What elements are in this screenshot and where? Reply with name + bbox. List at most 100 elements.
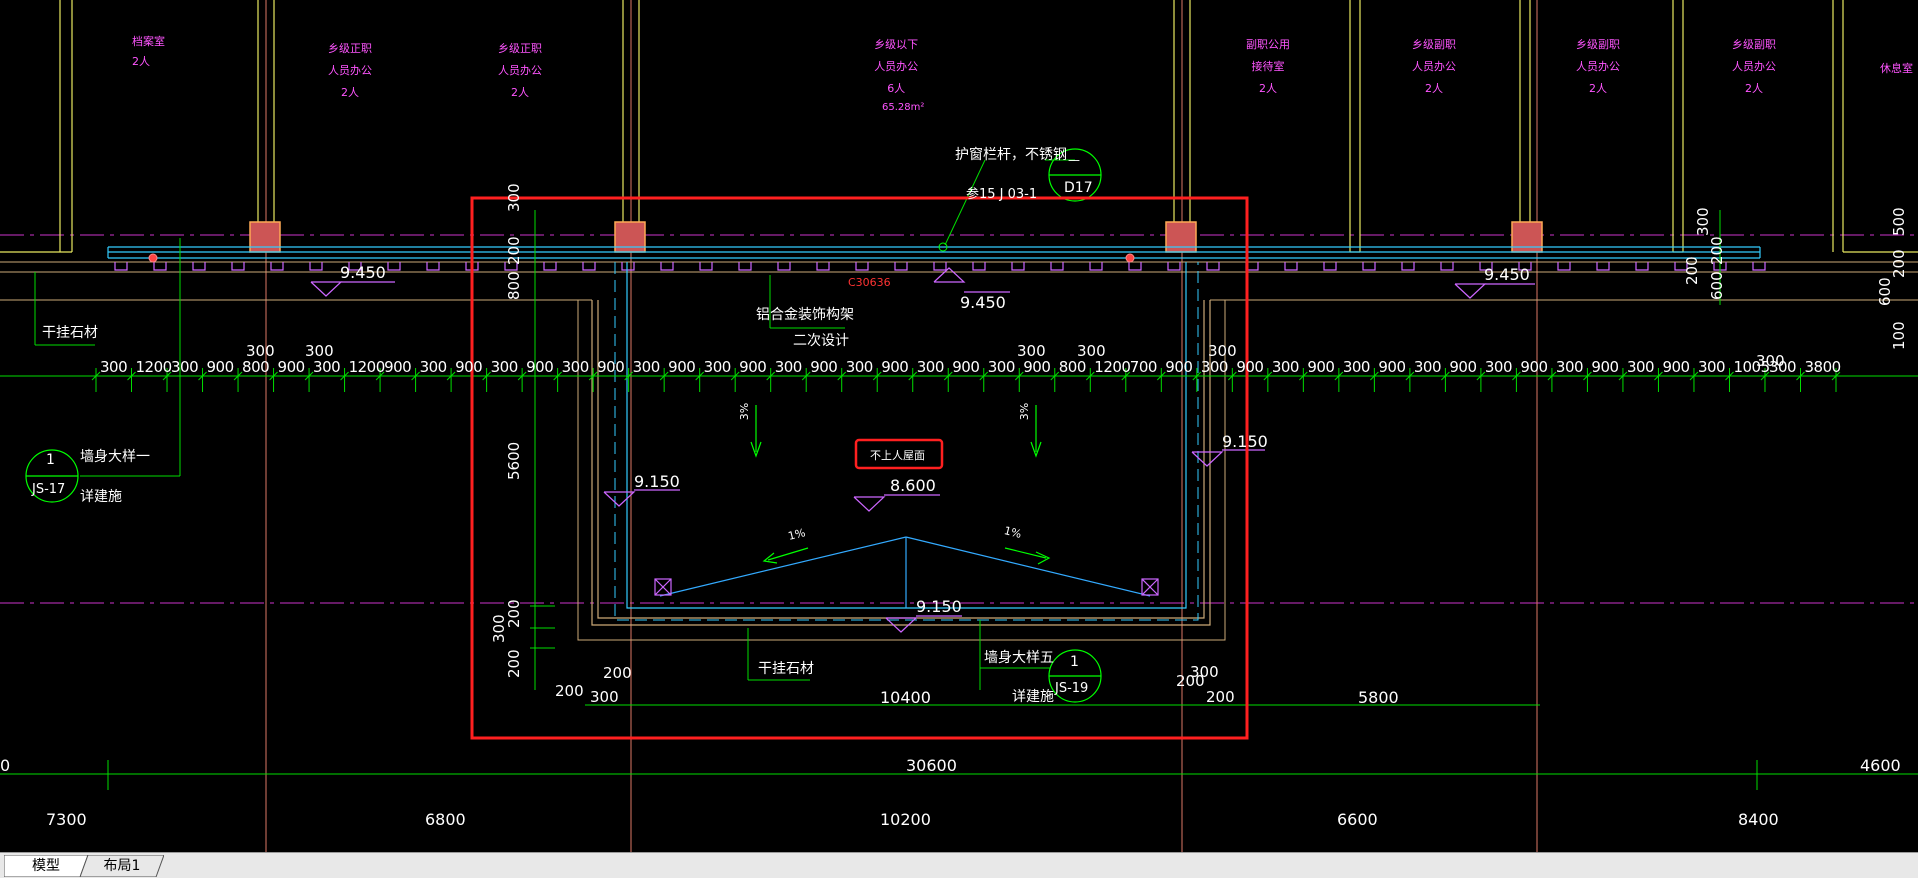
dim-row1-value: 300: [703, 358, 732, 376]
dim-row1-value: 300: [1200, 358, 1229, 376]
slope-3pct-left: 3%: [738, 402, 752, 421]
dim-bottom-200a: 200: [555, 682, 584, 700]
dim-row1-value: 1200: [135, 358, 173, 376]
dim-left-edge: 0: [0, 756, 11, 775]
dim-row1-value: 3800: [1804, 358, 1841, 376]
dim-row1-value: 300: [987, 358, 1016, 376]
dim-total-30600: 30600: [906, 756, 957, 775]
vdim-right-300: 300: [1694, 207, 1712, 236]
dimension-row-1: 300 1200 300 900 800 900 300 1200 900 300 900 300 90…: [100, 358, 1841, 376]
dim-row1-value: 300: [100, 358, 128, 376]
dim-row1-value: 300: [171, 358, 199, 376]
dim-row1-value: 300: [774, 358, 803, 376]
dim-span-5800: 5800: [1358, 688, 1399, 707]
room-8-label: 乡级副职 人员办公 2人: [1732, 38, 1776, 95]
room-2-label: 乡级正职 人员办公 2人: [328, 42, 372, 99]
dim-row1-value: 300: [1271, 358, 1300, 376]
dim-bottom-300b: 300: [1190, 663, 1219, 681]
vdim-left-300: 300: [505, 183, 523, 212]
dim-upper-5: 300: [1208, 342, 1237, 360]
vdim-right-500: 500: [1890, 207, 1908, 236]
dim-row1-value: 700: [1129, 358, 1158, 376]
layout-tab-bar: 模型 布局1: [0, 852, 1918, 878]
dim-row1-value: 300: [1697, 358, 1726, 376]
vdim-right-200b: 200: [1708, 236, 1726, 265]
callout-d17-bottom: D17: [1064, 180, 1093, 196]
slope-1pct-left: 1%: [786, 526, 807, 543]
callout-1-number: 1: [46, 452, 55, 468]
vdim-left-200: 200: [505, 236, 523, 265]
callout-1-ref: JS-17: [32, 482, 66, 497]
room-5-label: 副职公用 接待室 2人: [1246, 38, 1290, 95]
vdim-left-800: 800: [505, 271, 523, 300]
vdim-right-200: 200: [1683, 256, 1701, 285]
dim-row1-value: 900: [526, 358, 554, 376]
grid-bay-5: 8400: [1738, 810, 1779, 829]
dim-bottom-200d: 200: [1206, 688, 1235, 706]
elevation-9450-mid: 9.450: [960, 293, 1006, 312]
dim-row1-value: 900: [1520, 358, 1548, 376]
tab-layout1[interactable]: 布局1: [80, 855, 164, 877]
dim-row1-value: 300: [313, 358, 341, 376]
elevation-8600: 8.600: [890, 476, 936, 495]
dim-row1-value: 800: [242, 358, 270, 376]
dim-row1-value: 300: [419, 358, 448, 376]
dim-upper-1: 300: [246, 342, 275, 360]
wall-detail-5-note: 墙身大样五: [984, 650, 1054, 666]
dim-row1-value: 300: [845, 358, 874, 376]
dim-row1-value: 300: [1626, 358, 1655, 376]
dim-row1-value: 1200: [1094, 358, 1131, 376]
room-3-label: 乡级正职 人员办公 2人: [498, 42, 542, 99]
drawing-text-layer: 档案室 2人 乡级正职 人员办公 2人 乡级正职 人员办公 2人 乡级以下 人员办公 6人 6…: [0, 0, 1918, 852]
elevation-9150-right: 9.150: [1222, 432, 1268, 451]
dim-row1-value: 300: [1484, 358, 1513, 376]
tab-model[interactable]: 模型: [4, 855, 88, 877]
dim-row1-value: 900: [881, 358, 909, 376]
dim-row1-value: 300: [916, 358, 945, 376]
room-9-label: 休息室: [1880, 62, 1913, 75]
dim-row1-value: 300: [1413, 358, 1442, 376]
dim-row1-value: 900: [384, 358, 412, 376]
dim-row1-value: 300: [561, 358, 590, 376]
vdim-left-200c: 200: [505, 649, 523, 678]
vdim-right-200c: 200: [1890, 249, 1908, 278]
dim-row1-value: 300: [632, 358, 661, 376]
dim-row1-value: 900: [810, 358, 838, 376]
detail-right-note: 详建施: [1012, 689, 1054, 705]
dim-row1-value: 900: [1662, 358, 1690, 376]
dim-row1-value: 900: [1023, 358, 1051, 376]
dim-row1-value: 900: [597, 358, 625, 376]
dim-upper-6: 300: [1756, 352, 1785, 370]
dim-row1-value: 900: [739, 358, 767, 376]
cad-drawing-canvas[interactable]: 档案室 2人 乡级正职 人员办公 2人 乡级正职 人员办公 2人 乡级以下 人员办公 6人 6…: [0, 0, 1918, 852]
vdim-left-300b: 300: [490, 614, 508, 643]
room-4-label: 乡级以下 人员办公 6人 65.28m²: [874, 38, 925, 113]
dim-right-4600: 4600: [1860, 756, 1901, 775]
dim-row1-value: 900: [455, 358, 483, 376]
dry-stone-left-note: 干挂石材: [42, 325, 98, 341]
roof-type-label[interactable]: 不上人屋面: [870, 447, 925, 463]
secondary-design-note: 二次设计: [793, 333, 849, 349]
elevation-9450-right: 9.450: [1484, 265, 1530, 284]
dim-row1-value: 800: [1058, 358, 1087, 376]
window-guard-note: 护窗栏杆，不锈钢: [955, 147, 1067, 163]
dim-row1-value: 900: [1165, 358, 1193, 376]
dim-row1-value: 900: [952, 358, 980, 376]
elevation-9150-bottom: 9.150: [916, 597, 962, 616]
dim-row1-value: 900: [1449, 358, 1477, 376]
dim-row1-value: 900: [277, 358, 306, 376]
dim-row1-value: 300: [490, 358, 519, 376]
dim-row1-value: 300: [1555, 358, 1584, 376]
dim-row1-value: 900: [1591, 358, 1619, 376]
dim-row1-value: 1200: [348, 358, 386, 376]
room-1-label: 档案室 2人: [132, 35, 165, 68]
grid-bay-1: 7300: [46, 810, 87, 829]
dim-row1-value: 900: [206, 358, 235, 376]
slope-3pct-right: 3%: [1018, 402, 1032, 421]
grid-bay-2: 6800: [425, 810, 466, 829]
dim-row1-value: 900: [1307, 358, 1335, 376]
callout-5-ref: JS-19: [1055, 681, 1089, 696]
callout-d17-top: —: [1068, 153, 1080, 167]
vdim-right-100: 100: [1890, 321, 1908, 350]
vdim-left-5600: 5600: [505, 441, 523, 480]
